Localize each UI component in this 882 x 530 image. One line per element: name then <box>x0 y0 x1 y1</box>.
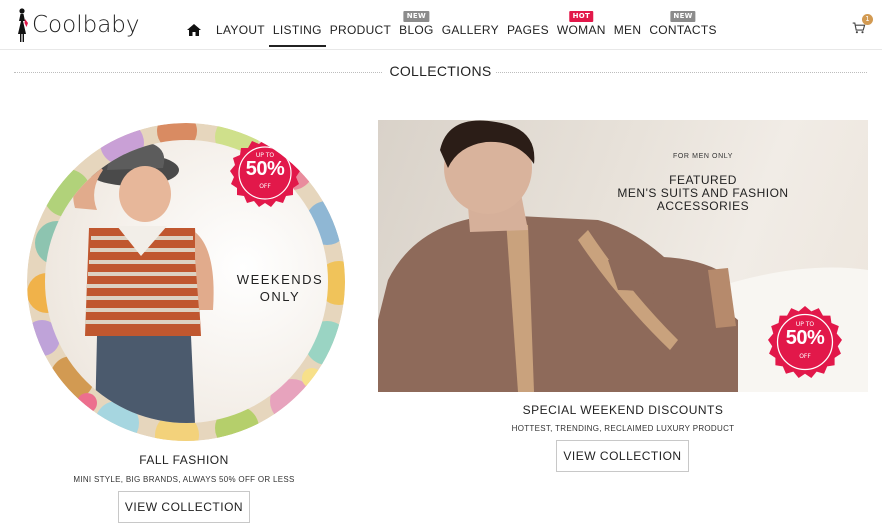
nav-item-listing[interactable]: LISTING <box>268 23 326 47</box>
men-collection-banner[interactable]: FOR MEN ONLY FEATURED MEN'S SUITS AND FA… <box>378 120 868 392</box>
brand-name: Coolbaby <box>32 12 140 38</box>
nav-item-blog[interactable]: NEW BLOG <box>395 11 438 43</box>
men-kicker: FOR MEN ONLY <box>673 153 733 160</box>
nav-item-product[interactable]: PRODUCT <box>326 23 395 43</box>
fall-fashion-banner[interactable]: WEEKENDS ONLY UP TO 50% OFF <box>27 123 345 441</box>
nav-item-men[interactable]: MEN <box>610 23 646 43</box>
new-badge: NEW <box>403 11 430 22</box>
nav-label: PRODUCT <box>329 23 392 37</box>
sale-badge: UP TO 50% OFF <box>230 138 300 208</box>
collections-heading: COLLECTIONS <box>14 62 867 82</box>
nav-item-layout[interactable]: LAYOUT <box>212 23 269 43</box>
nav-label: WOMAN <box>556 23 606 37</box>
sale-off: OFF <box>259 183 271 190</box>
nav-label: LISTING <box>272 23 322 37</box>
nav-label: BLOG <box>399 23 434 37</box>
view-collection-button[interactable]: VIEW COLLECTION <box>556 440 689 472</box>
sale-badge: UP TO 50% OFF <box>768 305 842 379</box>
nav-label: GALLERY <box>441 23 499 37</box>
view-collection-button[interactable]: VIEW COLLECTION <box>118 491 250 523</box>
banner-line: ONLY <box>259 289 301 304</box>
sale-off: OFF <box>799 353 811 360</box>
featured-line: ACCESSORIES <box>656 199 750 213</box>
section-title: COLLECTIONS <box>389 63 492 79</box>
cart-button[interactable]: 1 <box>852 14 873 36</box>
fall-fashion-title: FALL FASHION <box>139 453 229 467</box>
weekends-only-text: WEEKENDS ONLY <box>220 271 340 305</box>
divider <box>496 72 867 73</box>
brand-logo[interactable]: Coolbaby <box>14 6 140 44</box>
nav-item-woman[interactable]: HOT WOMAN <box>553 11 610 43</box>
nav-item-gallery[interactable]: GALLERY <box>438 23 503 43</box>
special-weekend-subtitle: HOTTEST, TRENDING, RECLAIMED LUXURY PROD… <box>511 424 735 433</box>
new-badge: NEW <box>670 11 696 22</box>
main-nav: LAYOUT LISTING PRODUCT NEW BLOG GALLERY … <box>186 0 721 50</box>
special-weekend-title: SPECIAL WEEKEND DISCOUNTS <box>522 403 724 417</box>
fall-fashion-subtitle: MINI STYLE, BIG BRANDS, ALWAYS 50% OFF O… <box>73 475 295 484</box>
site-header: Coolbaby LAYOUT LISTING PRODUCT NEW BLOG… <box>0 0 882 50</box>
nav-label: MEN <box>613 23 642 37</box>
nav-label: LAYOUT <box>216 23 265 37</box>
cart-count-badge: 1 <box>862 14 873 25</box>
woman-silhouette-icon <box>18 8 28 42</box>
sale-percent: 50% <box>245 158 285 180</box>
nav-item-pages[interactable]: PAGES <box>503 23 553 43</box>
banner-line: WEEKENDS <box>236 272 324 287</box>
nav-item-contacts[interactable]: NEW CONTACTS <box>645 11 721 43</box>
hot-badge: HOT <box>569 11 594 22</box>
nav-label: CONTACTS <box>649 23 717 37</box>
men-featured-text: FEATURED MEN'S SUITS AND FASHION ACCESSO… <box>583 174 823 213</box>
sale-percent: 50% <box>785 327 825 349</box>
home-icon[interactable] <box>186 22 202 38</box>
nav-label: PAGES <box>506 23 549 37</box>
